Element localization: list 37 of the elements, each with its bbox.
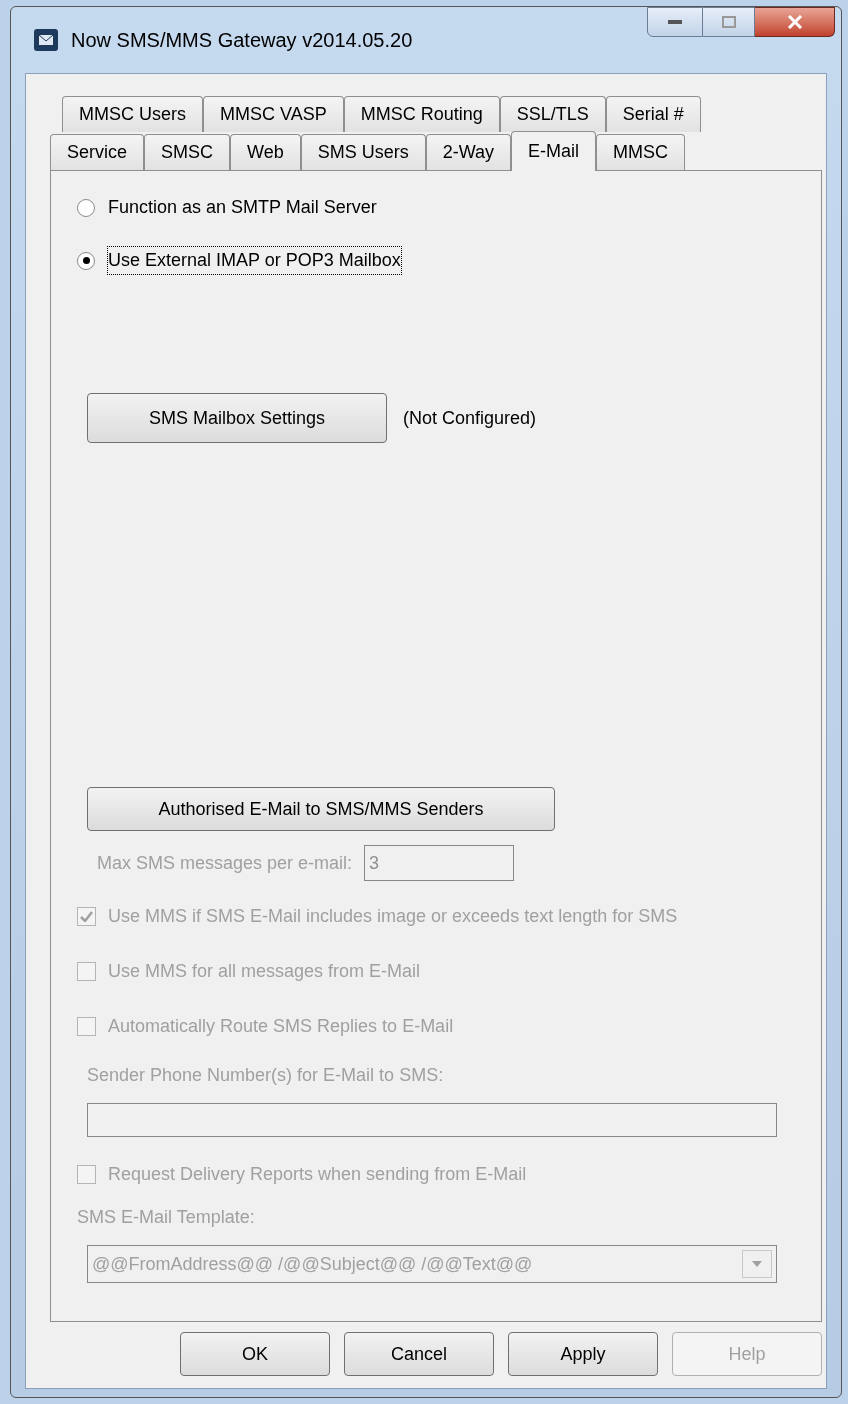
checkbox-label: Use MMS for all messages from E-Mail	[108, 960, 421, 983]
caret-icon	[752, 1261, 762, 1267]
checkmark-icon	[80, 911, 93, 922]
authorised-senders-button[interactable]: Authorised E-Mail to SMS/MMS Senders	[87, 787, 555, 831]
checkbox-label: Request Delivery Reports when sending from E-Mail	[108, 1163, 527, 1186]
close-button[interactable]	[755, 7, 835, 37]
tab[interactable]: Web	[230, 134, 301, 170]
tab[interactable]: 2-Way	[425, 134, 512, 170]
mailbox-settings-button[interactable]: SMS Mailbox Settings	[87, 393, 387, 443]
tab[interactable]: SMSC	[144, 134, 231, 170]
tab[interactable]: MMSC Users	[62, 96, 203, 132]
field-label: Sender Phone Number(s) for E-Mail to SMS:	[87, 1064, 445, 1087]
radio-button[interactable]	[77, 198, 95, 217]
envelope-icon	[33, 28, 59, 52]
window-title: Now SMS/MMS Gateway v2014.05.20	[71, 28, 413, 53]
close-icon	[786, 15, 803, 29]
tab[interactable]: Service	[50, 134, 145, 170]
field-label: SMS E-Mail Template:	[77, 1206, 256, 1229]
radio-button[interactable]	[77, 251, 95, 270]
tab[interactable]: SMS Users	[300, 134, 426, 170]
tab[interactable]: Serial #	[605, 96, 701, 132]
radio-label: Function as an SMTP Mail Server	[107, 196, 378, 219]
radio-label: Use External IMAP or POP3 Mailbox	[107, 246, 402, 275]
tab[interactable]: E-Mail	[511, 131, 597, 171]
maximize-button[interactable]	[703, 7, 755, 37]
status-text: (Not Configured)	[403, 407, 537, 430]
checkbox-label: Use MMS if SMS E-Mail includes image or exceeds text length for SMS	[108, 905, 678, 928]
checkbox-label: Automatically Route SMS Replies to E-Mail	[108, 1015, 454, 1038]
dialog-button[interactable]: Apply	[508, 1332, 658, 1376]
minimize-button[interactable]	[647, 7, 703, 37]
tab[interactable]: SSL/TLS	[499, 96, 606, 132]
tab[interactable]: MMSC VASP	[203, 96, 344, 132]
field-label: Max SMS messages per e-mail:	[97, 851, 353, 875]
dialog-button[interactable]: Cancel	[344, 1332, 494, 1376]
tab[interactable]: MMSC Routing	[343, 96, 500, 132]
dialog-button[interactable]: OK	[180, 1332, 330, 1376]
tab[interactable]: MMSC	[596, 134, 686, 170]
